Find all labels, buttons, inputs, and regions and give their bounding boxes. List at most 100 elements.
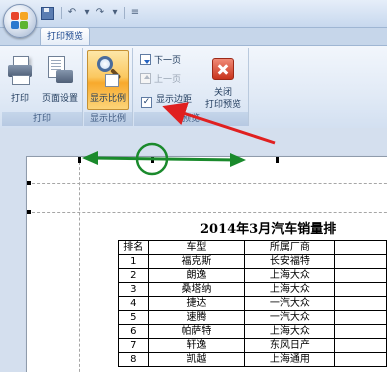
table-row: 1 福克斯 长安福特: [118, 254, 387, 269]
table-cell: 上海大众: [244, 268, 336, 283]
print-button[interactable]: 打印: [4, 50, 36, 110]
table-cell: 上海通用: [244, 352, 336, 367]
table-cell: 凯越: [147, 352, 246, 367]
header-margin-line[interactable]: [27, 183, 387, 184]
table-cell: 朗逸: [147, 268, 246, 283]
table-cell: 3: [118, 282, 149, 297]
table-cell: [334, 324, 387, 339]
close-preview-button[interactable]: 关闭 打印预览: [200, 50, 246, 110]
save-icon: [41, 7, 54, 20]
table-cell: [334, 338, 387, 353]
top-margin-line[interactable]: [27, 212, 387, 213]
table-row: 2 朗逸 上海大众: [118, 268, 387, 283]
qat-separator: [61, 7, 62, 19]
customize-qat-button[interactable]: ≡: [128, 6, 142, 20]
table-cell: 一汽大众: [244, 296, 336, 311]
table-cell: 福克斯: [147, 254, 246, 269]
table-cell: 桑塔纳: [147, 282, 246, 297]
sales-table: 排名 车型 所属厂商 1 福克斯 长安福特 2 朗逸 上海大众 3 桑塔纳 上海…: [118, 240, 387, 367]
excel-print-preview-window: ↶ ▾ ↷ ▾ ≡ 打印预览 打印 页面设置 打印 显示比例 显示比例 下一页 …: [0, 0, 387, 372]
chevron-down-icon: ▾: [84, 7, 90, 18]
group-zoom-label: 显示比例: [84, 112, 132, 126]
page-setup-icon: [47, 56, 73, 84]
table-cell: 轩逸: [147, 338, 246, 353]
prev-page-label: 上一页: [154, 75, 182, 85]
page-setup-button[interactable]: 页面设置: [38, 50, 82, 110]
office-button[interactable]: [3, 4, 37, 38]
redo-icon: ↷: [95, 7, 105, 18]
chevron-down-icon: ▾: [112, 7, 118, 18]
table-cell: 4: [118, 296, 149, 311]
column-margin-handle[interactable]: [151, 157, 154, 163]
table-cell: 2: [118, 268, 149, 283]
column-header: [334, 240, 387, 255]
tab-print-preview[interactable]: 打印预览: [40, 27, 90, 46]
table-row: 7 轩逸 东风日产: [118, 338, 387, 353]
group-print: 打印 页面设置 打印: [2, 48, 83, 126]
page-setup-label: 页面设置: [41, 94, 78, 104]
customize-icon: ≡: [130, 7, 140, 18]
table-cell: 上海大众: [244, 324, 336, 339]
undo-icon: ↶: [67, 7, 77, 18]
quick-access-toolbar: ↶ ▾ ↷ ▾ ≡: [40, 5, 146, 21]
left-margin-line[interactable]: [79, 157, 80, 372]
table-cell: 东风日产: [244, 338, 336, 353]
prev-page-icon: [140, 73, 151, 84]
table-cell: 速腾: [147, 310, 246, 325]
column-header: 车型: [147, 240, 246, 255]
next-page-label: 下一页: [154, 56, 182, 66]
column-header: 所属厂商: [244, 240, 336, 255]
magnifier-icon: [95, 56, 122, 87]
save-button[interactable]: [40, 6, 54, 20]
table-cell: [334, 282, 387, 297]
table-cell: [334, 352, 387, 367]
table-cell: 8: [118, 352, 149, 367]
undo-dropdown[interactable]: ▾: [83, 6, 91, 20]
table-row: 6 帕萨特 上海大众: [118, 324, 387, 339]
office-logo-icon: [11, 12, 29, 30]
close-label-line2: 打印预览: [204, 100, 241, 110]
undo-button[interactable]: ↶: [65, 6, 79, 20]
table-row: 5 速腾 一汽大众: [118, 310, 387, 325]
column-header: 排名: [118, 240, 149, 255]
top-margin-handle[interactable]: [27, 210, 31, 214]
header-margin-handle[interactable]: [27, 181, 31, 185]
table-cell: 捷达: [147, 296, 246, 311]
printer-icon: [8, 56, 32, 85]
zoom-button-label: 显示比例: [89, 94, 126, 104]
group-preview: 下一页 上一页 ✓ 显示边距 关闭 打印预览 预览: [134, 48, 249, 126]
left-margin-handle[interactable]: [78, 157, 81, 163]
table-row: 4 捷达 一汽大众: [118, 296, 387, 311]
table-cell: 7: [118, 338, 149, 353]
column-margin-handle[interactable]: [276, 157, 279, 163]
zoom-button[interactable]: 显示比例: [87, 50, 129, 110]
group-print-label: 打印: [2, 112, 82, 126]
title-bar: ↶ ▾ ↷ ▾ ≡: [0, 0, 387, 28]
table-cell: [334, 296, 387, 311]
table-cell: 一汽大众: [244, 310, 336, 325]
qat-separator: [124, 7, 125, 19]
close-icon: [212, 58, 234, 80]
table-row: 8 凯越 上海通用: [118, 352, 387, 367]
print-button-label: 打印: [10, 94, 29, 104]
table-cell: 上海大众: [244, 282, 336, 297]
document-title: 2014年3月汽车销量排: [200, 222, 337, 237]
redo-button[interactable]: ↷: [93, 6, 107, 20]
table-cell: 长安福特: [244, 254, 336, 269]
show-margins-checkbox[interactable]: ✓ 显示边距: [141, 92, 192, 108]
table-cell: [334, 310, 387, 325]
table-cell: 6: [118, 324, 149, 339]
checkmark-icon: ✓: [141, 97, 152, 108]
ribbon: 打印 页面设置 打印 显示比例 显示比例 下一页 上一页 ✓ 显示边距 关闭 打…: [0, 45, 387, 129]
table-cell: [334, 268, 387, 283]
redo-dropdown[interactable]: ▾: [111, 6, 119, 20]
show-margins-label: 显示边距: [156, 95, 193, 105]
table-cell: 5: [118, 310, 149, 325]
next-page-button[interactable]: 下一页: [140, 53, 181, 69]
table-cell: 帕萨特: [147, 324, 246, 339]
next-page-icon: [140, 54, 151, 65]
table-row: 3 桑塔纳 上海大众: [118, 282, 387, 297]
prev-page-button[interactable]: 上一页: [140, 72, 181, 88]
group-zoom: 显示比例 显示比例: [84, 48, 133, 126]
table-header-row: 排名 车型 所属厂商: [118, 240, 387, 255]
